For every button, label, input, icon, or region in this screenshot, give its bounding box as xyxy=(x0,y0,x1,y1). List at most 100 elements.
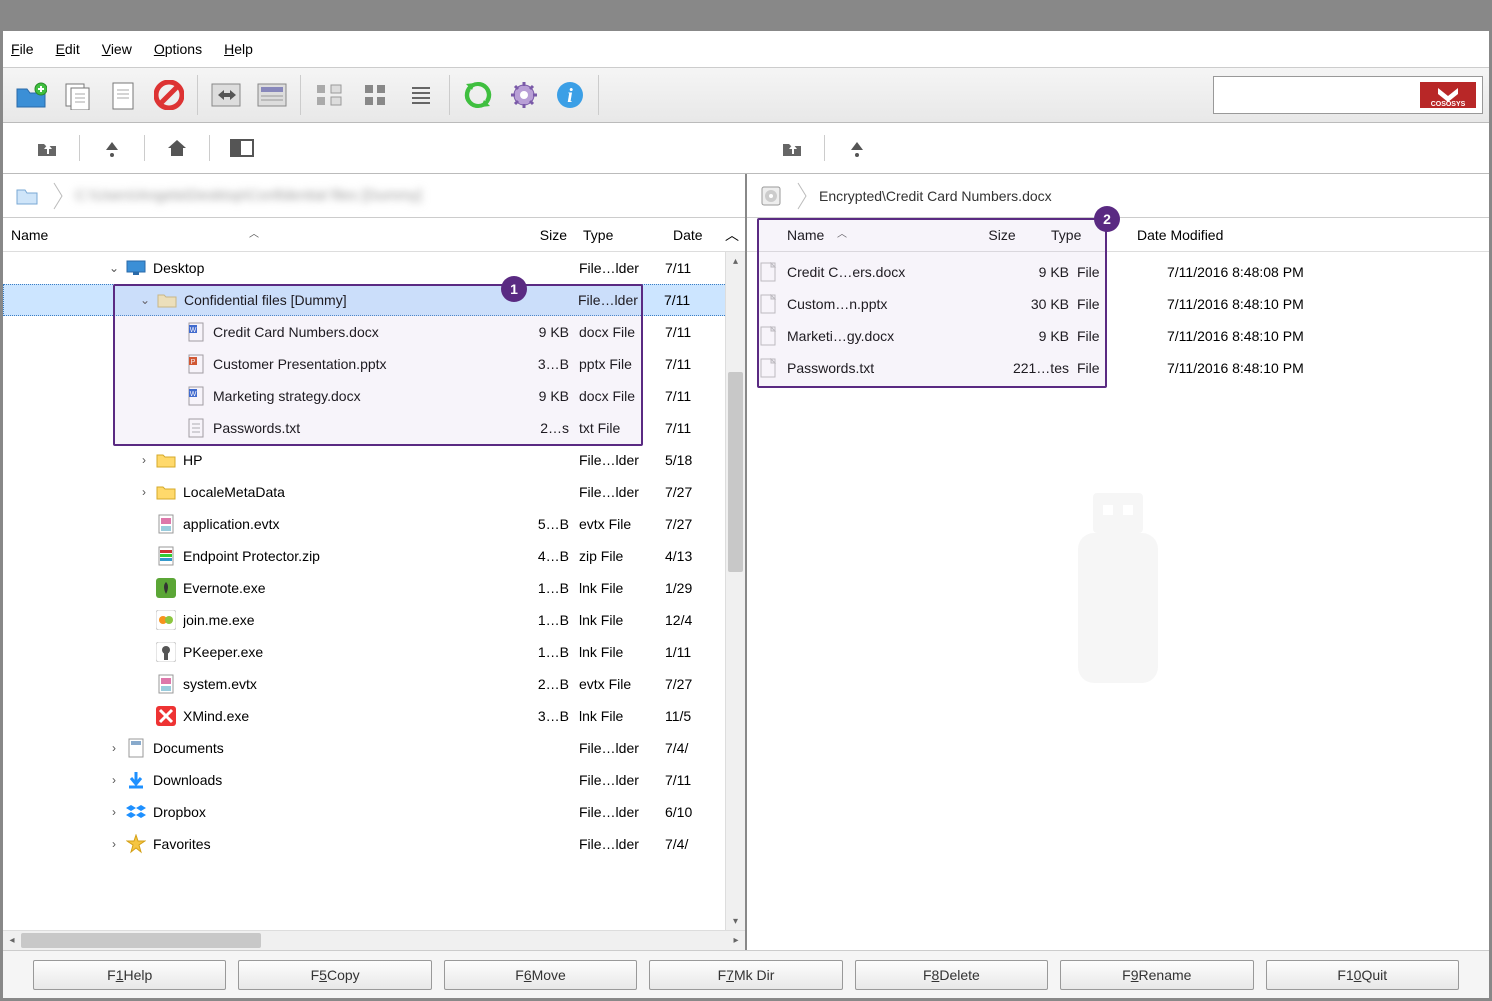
scroll-right-icon[interactable]: ▸ xyxy=(727,931,745,950)
file-row[interactable]: ›LocaleMetaDataFile…lder7/27 xyxy=(3,476,745,508)
f10-quit-button[interactable]: F10 Quit xyxy=(1266,960,1459,990)
file-type-icon: P xyxy=(185,353,207,375)
file-name: system.evtx xyxy=(183,676,505,692)
file-row[interactable]: WMarketing strategy.docx9 KBdocx File7/1… xyxy=(3,380,745,412)
expander-icon[interactable]: › xyxy=(133,485,155,499)
up-folder-button-left[interactable] xyxy=(33,134,61,162)
file-row[interactable]: ⌄Confidential files [Dummy]File…lder7/11 xyxy=(3,284,745,316)
file-type-icon xyxy=(125,769,147,791)
expander-icon[interactable]: ⌄ xyxy=(103,261,125,275)
refresh-button[interactable] xyxy=(456,73,500,117)
expander-icon[interactable]: › xyxy=(103,773,125,787)
col-type[interactable]: Type xyxy=(575,227,665,243)
search-box[interactable]: COSOSYS xyxy=(1213,76,1483,114)
f8-delete-button[interactable]: F8 Delete xyxy=(855,960,1048,990)
f9-rename-button[interactable]: F9 Rename xyxy=(1060,960,1253,990)
f6-move-button[interactable]: F6 Move xyxy=(444,960,637,990)
file-row[interactable]: ›HPFile…lder5/18 xyxy=(3,444,745,476)
up-folder-button-right[interactable] xyxy=(778,134,806,162)
file-row[interactable]: ⌄DesktopFile…lder7/11 xyxy=(3,252,745,284)
f7-mkdir-button[interactable]: F7 Mk Dir xyxy=(649,960,842,990)
file-name: Marketing strategy.docx xyxy=(213,388,505,404)
file-row[interactable]: PCustomer Presentation.pptx3…Bpptx File7… xyxy=(3,348,745,380)
file-size: 30 KB xyxy=(987,296,1077,312)
file-row[interactable]: Credit C…ers.docx9 KBFile7/11/2016 8:48:… xyxy=(757,256,1479,288)
file-type-icon xyxy=(155,545,177,567)
scroll-thumb-h[interactable] xyxy=(21,933,261,948)
file-date: 7/27 xyxy=(665,676,725,692)
paste-button[interactable] xyxy=(101,73,145,117)
file-row[interactable]: ›FavoritesFile…lder7/4/ xyxy=(3,828,745,860)
file-row[interactable]: Marketi…gy.docx9 KBFile7/11/2016 8:48:10… xyxy=(757,320,1479,352)
home-button-left[interactable] xyxy=(163,134,191,162)
col-name[interactable]: Name︿ xyxy=(3,227,505,243)
file-row[interactable]: Endpoint Protector.zip4…Bzip File4/13 xyxy=(3,540,745,572)
file-date: 7/11/2016 8:48:08 PM xyxy=(1137,264,1479,280)
file-name: Downloads xyxy=(153,772,505,788)
goto-root-button-left[interactable] xyxy=(98,134,126,162)
list-view-icon xyxy=(408,82,434,108)
col-size[interactable]: Size xyxy=(957,227,1047,243)
right-file-list[interactable]: Credit C…ers.docx9 KBFile7/11/2016 8:48:… xyxy=(747,252,1489,388)
left-columns-header: Name︿ Size Type Date︿ xyxy=(3,218,745,252)
file-row[interactable]: application.evtx5…Bevtx File7/27 xyxy=(3,508,745,540)
copy-button[interactable] xyxy=(55,73,99,117)
settings-button[interactable] xyxy=(502,73,546,117)
expander-icon[interactable]: › xyxy=(133,453,155,467)
menu-options[interactable]: Options xyxy=(154,41,202,57)
file-row[interactable]: PKeeper.exe1…Blnk File1/11 xyxy=(3,636,745,668)
f5-copy-button[interactable]: F5 Copy xyxy=(238,960,431,990)
info-button[interactable]: i xyxy=(548,73,592,117)
file-row[interactable]: XMind.exe3…Blnk File11/5 xyxy=(3,700,745,732)
left-breadcrumb[interactable]: C:\Users\Angela\Desktop\Confidential fil… xyxy=(3,174,745,218)
scroll-up-icon[interactable]: ▴ xyxy=(726,252,745,270)
file-date: 7/27 xyxy=(665,484,725,500)
scroll-down-icon[interactable]: ▾ xyxy=(726,912,745,930)
expander-icon[interactable]: ⌄ xyxy=(134,293,156,307)
col-date[interactable]: Date Modified xyxy=(1107,227,1479,243)
file-row[interactable]: join.me.exe1…Blnk File12/4 xyxy=(3,604,745,636)
file-row[interactable]: Evernote.exe1…Blnk File1/29 xyxy=(3,572,745,604)
expander-icon[interactable]: › xyxy=(103,837,125,851)
file-type: File xyxy=(1077,296,1137,312)
menu-view[interactable]: View xyxy=(102,41,132,57)
menu-file[interactable]: File xyxy=(11,41,34,57)
file-row[interactable]: WCredit Card Numbers.docx9 KBdocx File7/… xyxy=(3,316,745,348)
swap-panes-button[interactable] xyxy=(204,73,248,117)
expander-icon[interactable]: › xyxy=(103,805,125,819)
view-tree-button[interactable] xyxy=(307,73,351,117)
left-file-list[interactable]: ⌄DesktopFile…lder7/11⌄Confidential files… xyxy=(3,252,745,930)
file-row[interactable]: system.evtx2…Bevtx File7/27 xyxy=(3,668,745,700)
col-size[interactable]: Size xyxy=(505,227,575,243)
col-name[interactable]: Name︿ xyxy=(757,227,957,243)
delete-button[interactable] xyxy=(147,73,191,117)
file-row[interactable]: ›DocumentsFile…lder7/4/ xyxy=(3,732,745,764)
file-size: 1…B xyxy=(505,580,575,596)
left-scrollbar-v[interactable]: ▴ ▾ xyxy=(725,252,745,930)
goto-root-button-right[interactable] xyxy=(843,134,871,162)
file-name: application.evtx xyxy=(183,516,505,532)
cososys-logo: COSOSYS xyxy=(1420,82,1476,108)
file-row[interactable]: Passwords.txt221…tesFile7/11/2016 8:48:1… xyxy=(757,352,1479,384)
file-type: File…lder xyxy=(574,292,664,308)
scroll-thumb[interactable] xyxy=(728,372,743,572)
f1-help-button[interactable]: F1 Help xyxy=(33,960,226,990)
file-row[interactable]: ›DownloadsFile…lder7/11 xyxy=(3,764,745,796)
view-details-button[interactable] xyxy=(250,73,294,117)
breadcrumb-path: C:\Users\Angela\Desktop\Confidential fil… xyxy=(75,187,422,204)
expander-icon[interactable]: › xyxy=(103,741,125,755)
new-folder-button[interactable] xyxy=(9,73,53,117)
view-icons-button[interactable] xyxy=(353,73,397,117)
file-row[interactable]: Passwords.txt2…stxt File7/11 xyxy=(3,412,745,444)
view-list-button[interactable] xyxy=(399,73,443,117)
menu-help[interactable]: Help xyxy=(224,41,253,57)
menu-edit[interactable]: Edit xyxy=(56,41,80,57)
split-view-button-left[interactable] xyxy=(228,134,256,162)
col-date[interactable]: Date︿ xyxy=(665,227,725,243)
file-row[interactable]: ›DropboxFile…lder6/10 xyxy=(3,796,745,828)
file-row[interactable]: Custom…n.pptx30 KBFile7/11/2016 8:48:10 … xyxy=(757,288,1479,320)
file-date: 1/29 xyxy=(665,580,725,596)
scroll-left-icon[interactable]: ◂ xyxy=(3,931,21,950)
file-name: Confidential files [Dummy] xyxy=(184,292,504,308)
left-scrollbar-h[interactable]: ◂ ▸ xyxy=(3,930,745,950)
